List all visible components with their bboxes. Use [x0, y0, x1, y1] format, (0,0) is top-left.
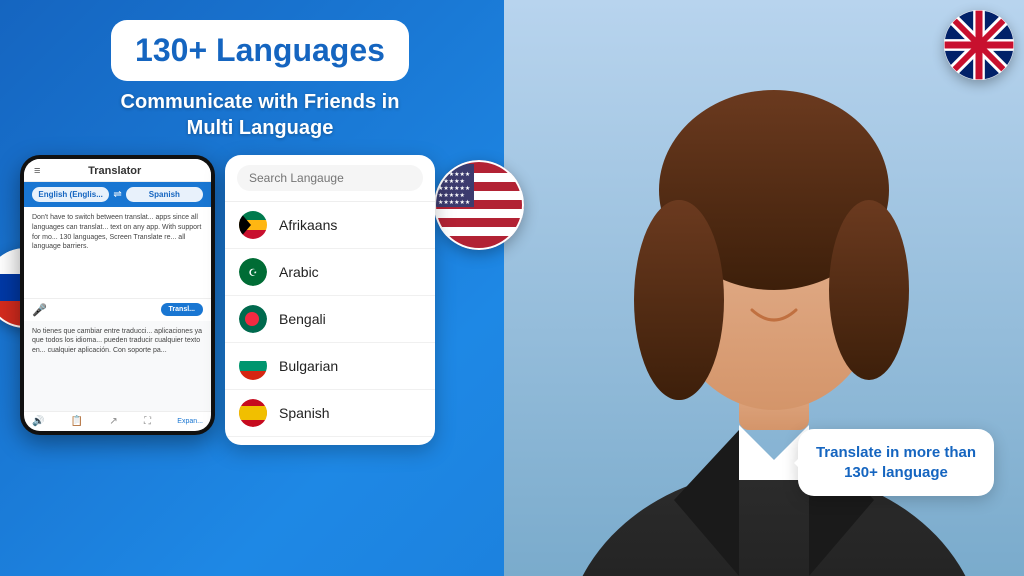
speech-bubble: Translate in more than130+ language [798, 429, 994, 496]
from-language[interactable]: English (Englis... [32, 187, 109, 202]
expand-text[interactable]: Expan... [177, 418, 203, 425]
input-text: Don't have to switch between translat...… [32, 214, 201, 250]
main-title: 130+ Languages [135, 32, 385, 69]
list-item[interactable]: Spanish [225, 390, 435, 437]
search-input[interactable] [237, 165, 423, 191]
language-panel: Afrikaans ☪ Arabic Bengali [225, 155, 435, 445]
phone-mockup: ≡ Translator English (Englis... ⇌ Spanis… [20, 155, 215, 435]
translated-text: No tienes que cambiar entre traducci... … [32, 328, 202, 355]
subtitle: Communicate with Friends inMulti Languag… [20, 89, 500, 141]
language-name-spanish: Spanish [279, 405, 330, 421]
volume-icon[interactable]: 🔊 [32, 416, 44, 427]
uk-flag [944, 10, 1014, 80]
phone-screen: ≡ Translator English (Englis... ⇌ Spanis… [24, 159, 211, 431]
left-content: 130+ Languages Communicate with Friends … [0, 0, 520, 576]
flag-afrikaans [239, 211, 267, 239]
phone-area: ≡ Translator English (Englis... ⇌ Spanis… [20, 155, 500, 566]
translated-text-area: No tienes que cambiar entre traducci... … [24, 321, 211, 412]
list-item[interactable]: Bengali [225, 296, 435, 343]
share-icon[interactable]: ↗ [109, 416, 117, 427]
translate-button[interactable]: Transl... [161, 303, 203, 316]
copy-icon[interactable]: 📋 [71, 416, 83, 427]
phone-bottom-bar: 🔊 📋 ↗ ⛶ Expan... [24, 411, 211, 431]
language-name-afrikaans: Afrikaans [279, 217, 337, 233]
list-item[interactable]: ☪ Arabic [225, 249, 435, 296]
flag-arabic: ☪ [239, 258, 267, 286]
language-list: Afrikaans ☪ Arabic Bengali [225, 202, 435, 442]
language-name-bulgarian: Bulgarian [279, 358, 338, 374]
lang-selector-bar[interactable]: English (Englis... ⇌ Spanish [24, 182, 211, 207]
speech-bubble-text: Translate in more than130+ language [816, 443, 976, 482]
search-bar [225, 155, 435, 202]
input-text-area[interactable]: Don't have to switch between translat...… [24, 207, 211, 298]
hamburger-icon: ≡ [34, 165, 40, 177]
flag-bengali [239, 305, 267, 333]
list-item[interactable]: ★★★★★ Chinese [225, 437, 435, 442]
language-name-arabic: Arabic [279, 264, 319, 280]
flag-spanish [239, 399, 267, 427]
swap-languages-icon[interactable]: ⇌ [113, 189, 121, 200]
language-name-bengali: Bengali [279, 311, 326, 327]
flag-bulgarian [239, 352, 267, 380]
phone-app-title: Translator [88, 165, 141, 177]
microphone-icon[interactable]: 🎤 [32, 303, 47, 317]
list-item[interactable]: Bulgarian [225, 343, 435, 390]
phone-header: ≡ Translator [24, 159, 211, 182]
expand-icon[interactable]: ⛶ [144, 416, 151, 427]
svg-text:☪: ☪ [249, 268, 258, 279]
title-box: 130+ Languages [111, 20, 409, 81]
list-item[interactable]: Afrikaans [225, 202, 435, 249]
to-language[interactable]: Spanish [126, 187, 203, 202]
mic-area: 🎤 Transl... [24, 298, 211, 321]
